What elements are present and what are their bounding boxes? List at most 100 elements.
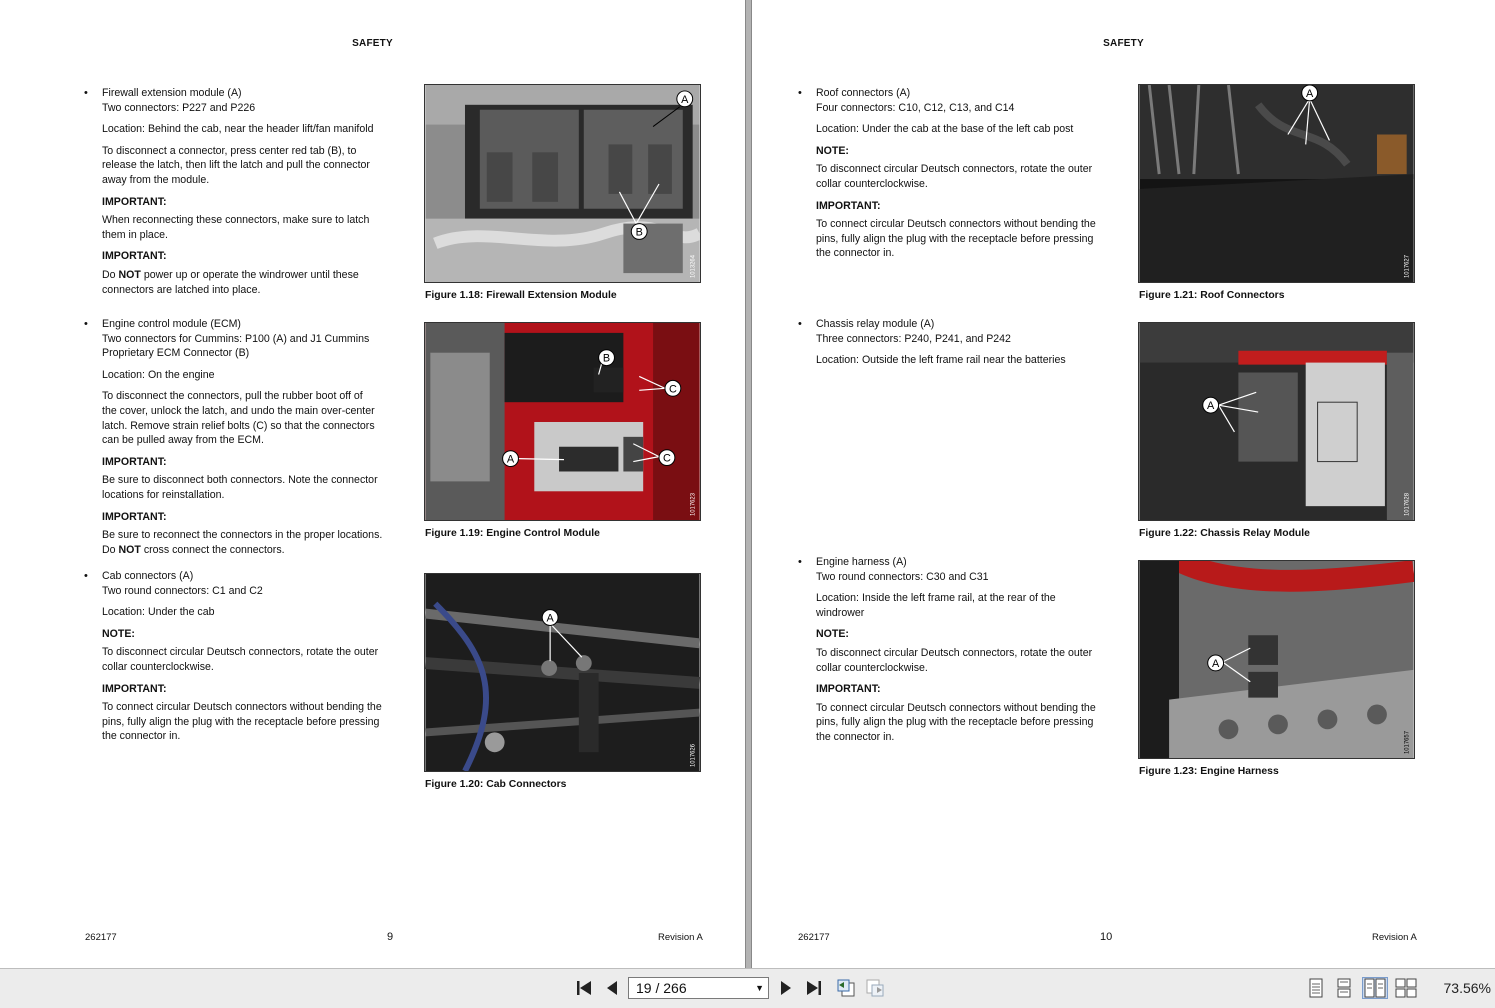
two-page-icon (1364, 978, 1386, 998)
bullet: • (798, 318, 802, 330)
note-label: NOTE: (816, 628, 849, 641)
important-label: IMPORTANT: (102, 510, 167, 523)
important-label: IMPORTANT: (102, 195, 167, 208)
important-line: the connector in. (102, 730, 181, 743)
next-view-button[interactable] (864, 977, 886, 999)
photo-engine-harness: A 1017657 (1139, 561, 1414, 758)
photo-roof-connectors: A 1017627 (1139, 85, 1414, 282)
callout-b: B (603, 353, 610, 365)
bullet: • (798, 556, 802, 568)
section-chassis-relay: • Chassis relay module (A) Three connecto… (798, 317, 1126, 375)
note-label: NOTE: (816, 144, 849, 157)
important-line: Do NOT cross connect the connectors. (102, 543, 285, 556)
important-label: IMPORTANT: (102, 682, 167, 695)
item-title: Chassis relay module (A) (816, 318, 935, 330)
footer-doc-number: 262177 (798, 932, 830, 943)
figure-firewall-extension-photo: A B 1013264 (424, 84, 701, 283)
photo-chassis-relay: A 1017628 (1139, 323, 1414, 520)
figure-caption: Figure 1.23: Engine Harness (1139, 766, 1279, 777)
page-9: SAFETY • Firewall extension module (A) Tw… (0, 0, 745, 968)
callout-a: A (1212, 658, 1220, 670)
callout-c: C (663, 453, 671, 465)
important-label: IMPORTANT: (102, 250, 167, 263)
continuous-view-button[interactable] (1334, 977, 1354, 999)
item-title: Engine control module (ECM) (102, 318, 241, 330)
item-location: Location: On the engine (102, 368, 215, 381)
item-detail: Four connectors: C10, C12, C13, and C14 (816, 101, 1015, 114)
note-label: NOTE: (102, 627, 135, 640)
figure-engine-control-photo: B C A C 1017623 (424, 322, 701, 521)
page-header: SAFETY (1103, 38, 1144, 49)
important-line: connectors are latched into place. (102, 283, 261, 296)
instruction-line: To disconnect a connector, press center … (102, 144, 357, 157)
section-firewall-extension: • Firewall extension module (A) Two conne… (84, 86, 412, 304)
two-page-continuous-icon (1395, 978, 1417, 998)
important-line: pins, fully align the plug with the rece… (816, 232, 1094, 245)
important-line: the connector in. (816, 247, 895, 260)
item-detail: Proprietary ECM Connector (B) (102, 347, 250, 360)
item-title: Cab connectors (A) (102, 570, 194, 582)
instruction-line: can be pulled away from the ECM. (102, 434, 264, 447)
photo-engine-ecm: B C A C 1017623 (425, 323, 700, 520)
zoom-level[interactable]: 73.56% (1444, 980, 1491, 996)
important-label: IMPORTANT: (102, 455, 167, 468)
section-engine-control-module: • Engine control module (ECM) Two connect… (84, 317, 412, 564)
next-page-button[interactable] (777, 977, 795, 999)
previous-view-button[interactable] (835, 977, 857, 999)
page-gutter (745, 0, 752, 968)
item-detail: Two round connectors: C30 and C31 (816, 570, 989, 583)
figure-cab-connectors-photo: A 1017626 (424, 573, 701, 772)
important-line: Be sure to disconnect both connectors. N… (102, 474, 378, 487)
photo-firewall-module: A B 1013264 (425, 85, 700, 282)
instruction-line: the cover, unlock the latch, and undo th… (102, 404, 375, 417)
single-page-view-button[interactable] (1306, 977, 1326, 999)
item-title: Firewall extension module (A) (102, 87, 242, 99)
important-line: Do NOT power up or operate the windrower… (102, 268, 359, 281)
next-page-icon (781, 981, 791, 995)
section-engine-harness: • Engine harness (A) Two round connectors… (798, 555, 1126, 752)
figure-caption: Figure 1.19: Engine Control Module (425, 528, 600, 539)
section-cab-connectors: • Cab connectors (A) Two round connectors… (84, 569, 412, 751)
callout-a: A (1207, 400, 1215, 412)
page-10: SAFETY • Roof connectors (A) Four connect… (752, 0, 1495, 968)
callout-a: A (507, 454, 515, 466)
item-location: Location: Outside the left frame rail ne… (816, 354, 1066, 367)
item-location: Location: Behind the cab, near the heade… (102, 123, 374, 136)
note-line: To disconnect circular Deutsch connector… (816, 163, 1093, 176)
item-detail: Two round connectors: C1 and C2 (102, 584, 263, 597)
section-roof-connectors: • Roof connectors (A) Four connectors: C1… (798, 86, 1126, 268)
callout-b: B (636, 226, 643, 238)
item-location: Location: Under the cab (102, 606, 215, 619)
chevron-down-icon[interactable]: ▼ (755, 978, 764, 998)
photo-cab-connectors: A 1017626 (425, 574, 700, 771)
important-line: pins, fully align the plug with the rece… (816, 716, 1094, 729)
figure-id-code: 1017657 (1405, 731, 1411, 754)
two-page-view-button[interactable] (1362, 977, 1388, 999)
important-line: When reconnecting these connectors, make… (102, 214, 370, 227)
note-line: collar counterclockwise. (102, 660, 214, 673)
important-label: IMPORTANT: (816, 199, 881, 212)
previous-page-button[interactable] (603, 977, 621, 999)
callout-c: C (669, 383, 677, 395)
note-line: collar counterclockwise. (816, 661, 928, 674)
footer-page-number: 10 (1100, 931, 1113, 943)
last-page-button[interactable] (804, 977, 824, 999)
first-page-icon (577, 981, 591, 995)
figure-id-code: 1017623 (691, 492, 697, 516)
footer-page-number: 9 (387, 931, 394, 943)
bullet: • (84, 87, 88, 99)
figure-caption: Figure 1.21: Roof Connectors (1139, 290, 1285, 301)
bullet: • (798, 87, 802, 99)
item-detail: Two connectors: P227 and P226 (102, 101, 256, 114)
figure-id-code: 1017628 (1405, 492, 1411, 516)
two-page-continuous-view-button[interactable] (1395, 977, 1417, 999)
item-detail: Two connectors for Cummins: P100 (A) and… (102, 332, 370, 345)
item-detail: Three connectors: P240, P241, and P242 (816, 332, 1011, 345)
callout-a: A (681, 94, 689, 106)
previous-page-icon (607, 981, 617, 995)
important-line: pins, fully align the plug with the rece… (102, 715, 380, 728)
note-line: collar counterclockwise. (816, 177, 928, 190)
figure-chassis-relay-photo: A 1017628 (1138, 322, 1415, 521)
page-number-input[interactable]: 19 / 266 ▼ (628, 977, 769, 999)
first-page-button[interactable] (574, 977, 594, 999)
